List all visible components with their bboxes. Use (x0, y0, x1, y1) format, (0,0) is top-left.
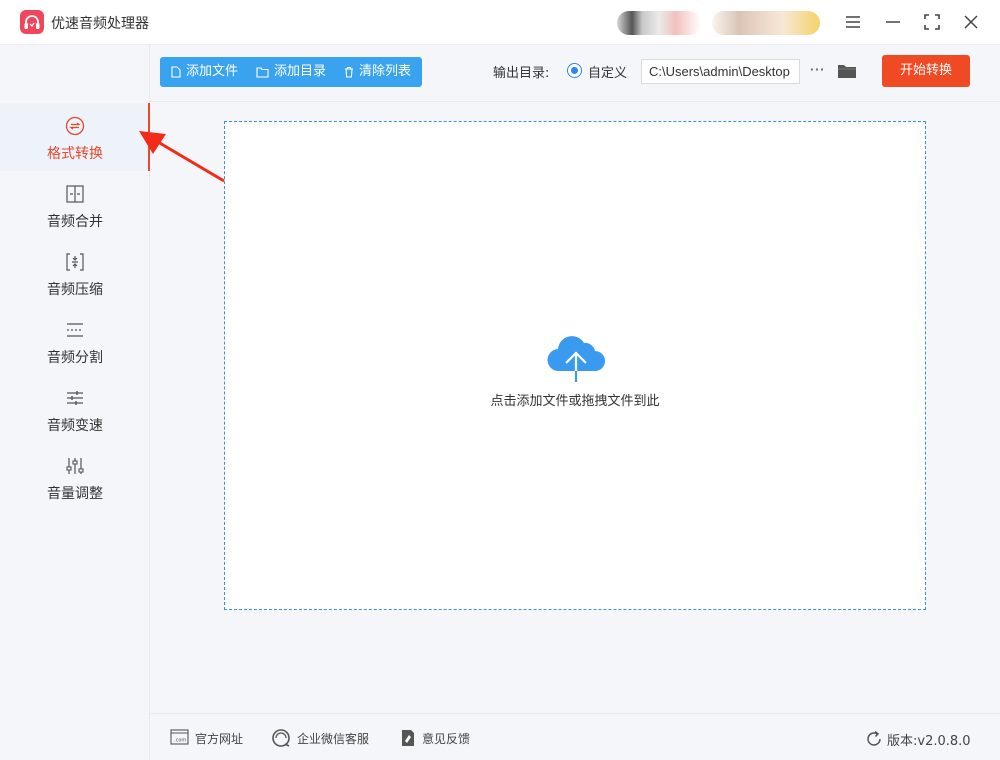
output-directory-label: 输出目录: (493, 66, 550, 81)
website-icon: .com (170, 729, 189, 745)
close-icon[interactable] (960, 11, 982, 33)
wechat-support-link[interactable]: 企业微信客服 (271, 728, 376, 748)
drop-zone-hint: 点击添加文件或拖拽文件到此 (490, 394, 660, 409)
sidebar-item-label: 音频合并 (47, 214, 103, 230)
add-file-label: 添加文件 (186, 64, 239, 79)
custom-directory-label[interactable]: 自定义 (588, 62, 627, 81)
sidebar-item-label: 音频压缩 (47, 282, 103, 298)
wechat-icon (272, 729, 290, 747)
add-file-button[interactable]: 添加文件 (171, 57, 253, 87)
start-convert-button[interactable]: 开始转换 (882, 55, 970, 87)
split-icon (67, 323, 83, 337)
output-path-input[interactable]: C:\Users\admin\Desktop (641, 59, 800, 84)
toolbar-divider (150, 101, 1000, 102)
sidebar-item-speed[interactable]: 音频变速 (0, 375, 150, 443)
sidebar: 格式转换 音频合并 音频压缩 音频分割 音频变速 音量调整 (0, 45, 150, 760)
refresh-icon (867, 730, 881, 746)
user-avatar[interactable] (617, 11, 701, 35)
volume-icon (66, 458, 84, 474)
sidebar-item-split[interactable]: 音频分割 (0, 307, 150, 375)
clear-list-button[interactable]: 清除列表 (344, 57, 420, 87)
file-drop-zone[interactable]: 点击添加文件或拖拽文件到此 (224, 121, 926, 610)
menu-icon[interactable] (842, 11, 864, 33)
user-account-badge[interactable] (712, 11, 820, 35)
footer: .com 官方网址 企业微信客服 意见反馈 版本:v2.0.8.0 (150, 713, 1000, 760)
custom-directory-radio[interactable] (567, 63, 582, 78)
file-toolbar: 添加文件 添加目录 清除列表 (160, 57, 422, 87)
file-icon (171, 66, 181, 78)
sidebar-item-label: 音频分割 (47, 350, 103, 366)
sidebar-item-merge[interactable]: 音频合并 (0, 171, 150, 239)
feedback-link[interactable]: 意见反馈 (400, 728, 480, 748)
format-convert-icon (65, 116, 85, 136)
compress-icon (66, 253, 84, 271)
maximize-icon[interactable] (921, 11, 943, 33)
add-directory-label: 添加目录 (274, 64, 327, 79)
version-info[interactable]: 版本:v2.0.8.0 (865, 729, 980, 749)
sidebar-item-label: 音频变速 (47, 418, 103, 434)
official-website-link[interactable]: .com 官方网址 (170, 728, 250, 748)
clear-list-label: 清除列表 (359, 64, 412, 79)
trash-icon (345, 66, 353, 78)
sidebar-item-compress[interactable]: 音频压缩 (0, 239, 150, 307)
version-label: 版本:v2.0.8.0 (887, 734, 971, 749)
open-folder-icon[interactable] (836, 60, 858, 82)
official-website-label: 官方网址 (195, 732, 244, 746)
browse-more-button[interactable]: ··· (807, 60, 827, 82)
feedback-label: 意见反馈 (422, 732, 471, 746)
sidebar-item-label: 格式转换 (47, 146, 103, 162)
svg-text:.com: .com (174, 738, 186, 744)
folder-outline-icon (256, 67, 269, 78)
merge-icon (66, 185, 84, 203)
sidebar-item-label: 音量调整 (47, 486, 103, 502)
app-logo-icon (20, 10, 44, 34)
feedback-icon (402, 730, 414, 746)
sidebar-item-volume[interactable]: 音量调整 (0, 443, 150, 511)
cloud-upload-icon (547, 336, 605, 382)
sidebar-item-format-convert[interactable]: 格式转换 (0, 103, 150, 171)
title-bar: 优速音频处理器 (0, 0, 1000, 45)
app-title: 优速音频处理器 (51, 16, 149, 32)
wechat-support-label: 企业微信客服 (297, 732, 370, 746)
add-directory-button[interactable]: 添加目录 (256, 57, 336, 87)
annotation-arrow-icon (139, 131, 225, 183)
speed-icon (67, 391, 83, 405)
minimize-icon[interactable] (882, 11, 904, 33)
